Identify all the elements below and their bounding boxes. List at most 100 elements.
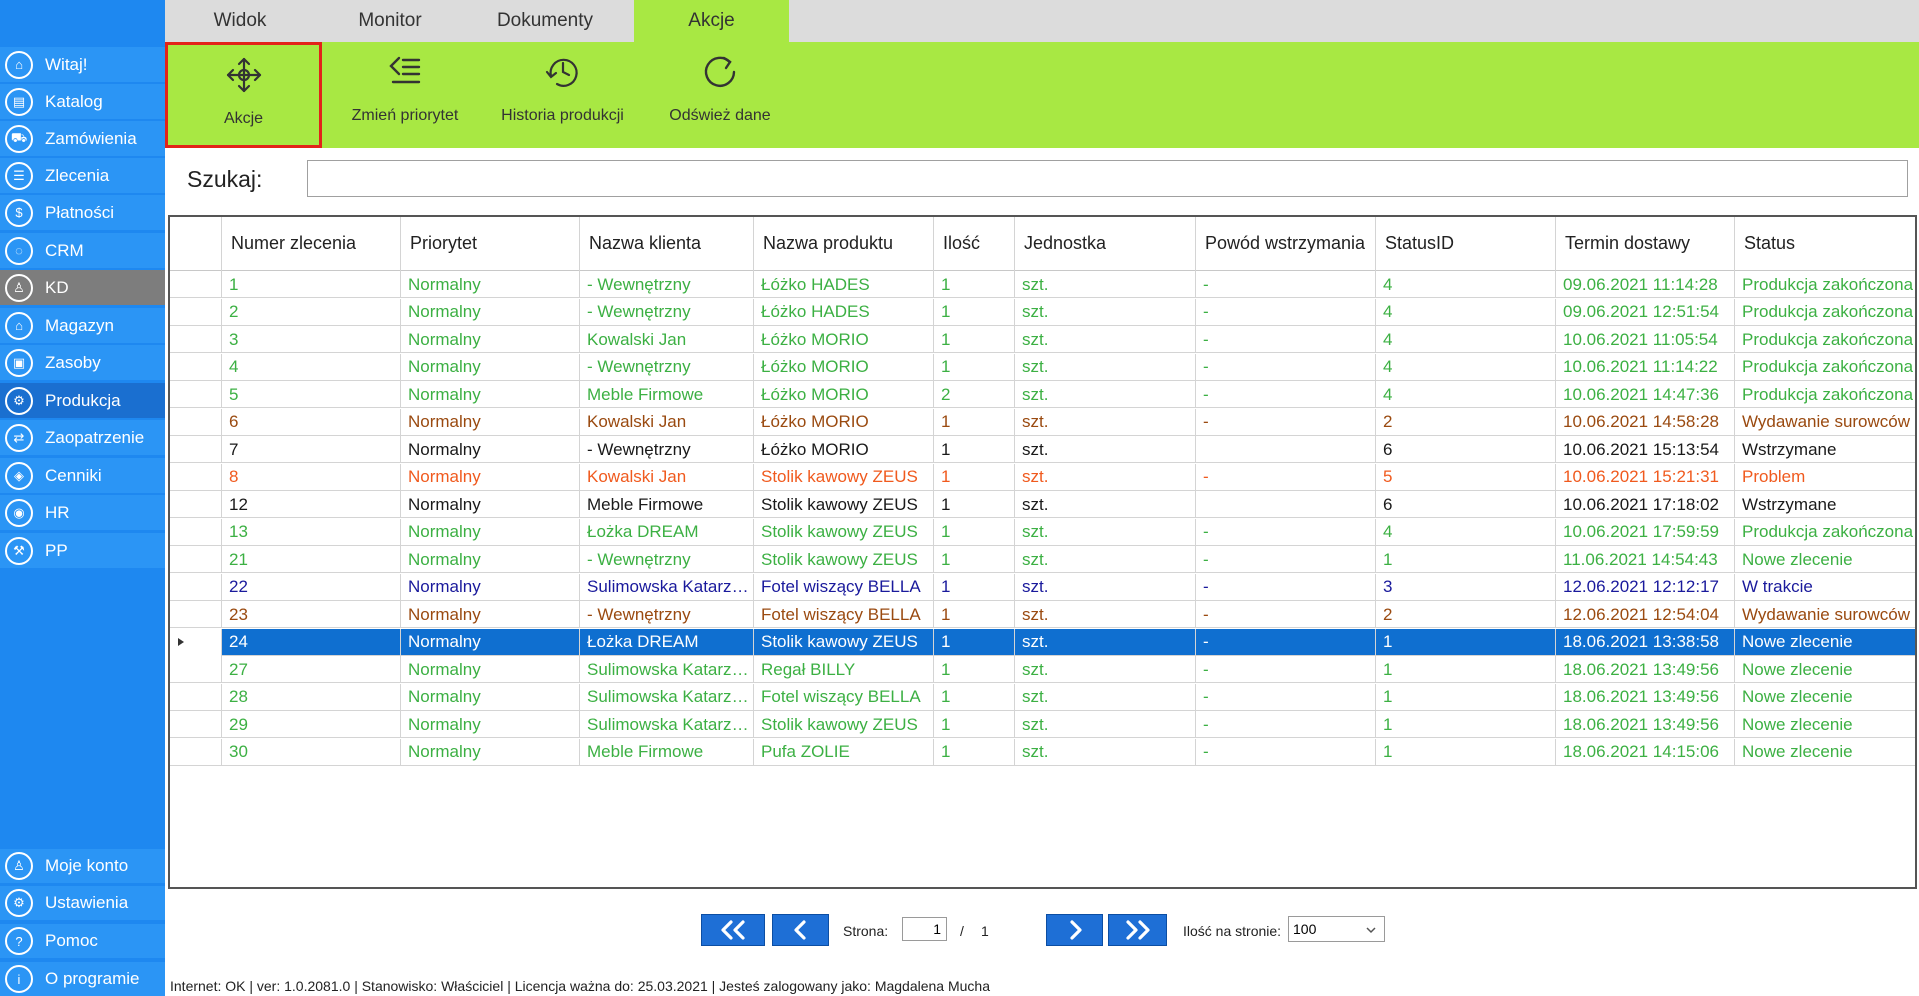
row-header-cell[interactable] <box>170 271 222 298</box>
row-header-cell[interactable] <box>170 573 222 601</box>
column-header[interactable]: Termin dostawy <box>1556 217 1735 271</box>
table-cell-text: 2 <box>941 384 951 404</box>
refresh-data-button[interactable]: Odśwież dane <box>645 42 795 148</box>
sidebar-item-pp[interactable]: ⚒ PP <box>0 533 165 568</box>
first-page-button[interactable] <box>701 914 765 946</box>
row-header-cell[interactable] <box>170 298 222 326</box>
sidebar-item-kd[interactable]: ♙ KD <box>0 270 165 305</box>
row-header-cell[interactable] <box>170 656 222 683</box>
row-header-cell[interactable] <box>170 683 222 711</box>
table-cell-text: - <box>1203 659 1209 679</box>
table-cell: 7 <box>222 436 401 463</box>
table-cell-text: Produkcja zakończona <box>1742 384 1914 404</box>
table-row[interactable]: 30 Normalny Meble Firmowe Pufa ZOLIE 1 szt. -… <box>170 738 1915 766</box>
table-row[interactable]: 23 Normalny - Wewnętrzny Fotel wiszący BELL… <box>170 601 1915 628</box>
sidebar-item-katalog[interactable]: ▤ Katalog <box>0 84 165 119</box>
search-input[interactable] <box>307 160 1908 197</box>
column-header[interactable]: StatusID <box>1376 217 1556 271</box>
sidebar-item-label: Zamówienia <box>45 128 137 148</box>
table-row[interactable]: 27 Normalny Sulimowska Katarzyna Regał BILL… <box>170 656 1915 683</box>
prev-page-button[interactable] <box>772 914 829 946</box>
table-row[interactable]: 29 Normalny Sulimowska Katarzyna Stolik kaw… <box>170 711 1915 738</box>
sidebar-item-zaopatrzenie[interactable]: ⇄ Zaopatrzenie <box>0 420 165 455</box>
row-header-cell[interactable] <box>170 326 222 353</box>
table-cell: Sulimowska Katarzyna <box>580 573 754 601</box>
row-header-cell[interactable] <box>170 436 222 463</box>
row-header-cell[interactable] <box>170 518 222 546</box>
sidebar-item-produkcja[interactable]: ⚙ Produkcja <box>0 383 165 418</box>
tab-akcje[interactable]: Akcje <box>634 0 789 42</box>
next-page-button[interactable] <box>1046 914 1103 946</box>
table-row[interactable]: 5 Normalny Meble Firmowe Łóżko MORIO 2 szt. -… <box>170 381 1915 408</box>
sidebar-bottom-item-0[interactable]: ♙ Moje konto <box>0 849 165 883</box>
tab-bar: Widok Monitor Dokumenty Akcje <box>165 0 1919 42</box>
table-cell-text: szt. <box>1022 632 1049 651</box>
table-row[interactable]: 1 Normalny - Wewnętrzny Łóżko HADES 1 szt. - 4 0… <box>170 271 1915 298</box>
akcje-button[interactable]: Akcje <box>165 42 322 148</box>
sidebar-item-cenniki[interactable]: ◈ Cenniki <box>0 458 165 493</box>
sidebar-item-hr[interactable]: ◉ HR <box>0 495 165 530</box>
column-header[interactable]: Status <box>1735 217 1915 271</box>
table-cell-text: 1 <box>941 659 951 679</box>
sidebar-item-zasoby[interactable]: ▣ Zasoby <box>0 345 165 380</box>
sidebar-item-magazyn[interactable]: ⌂ Magazyn <box>0 308 165 343</box>
table-row[interactable]: 24 Normalny Łożka DREAM Stolik kawowy ZEUS… <box>170 628 1915 656</box>
column-header[interactable]: Nazwa produktu <box>754 217 934 271</box>
table-row[interactable]: 6 Normalny Kowalski Jan Łóżko MORIO 1 szt. - 2 1… <box>170 408 1915 436</box>
column-header[interactable]: Nazwa klienta <box>580 217 754 271</box>
table-cell-text: szt. <box>1022 659 1049 679</box>
table-cell-text: Problem <box>1742 467 1806 486</box>
per-page-select[interactable]: 100 <box>1288 916 1385 942</box>
table-cell-text: Nowe zlecenie <box>1742 742 1853 761</box>
table-row[interactable]: 2 Normalny - Wewnętrzny Łóżko HADES 1 szt. - 4 0… <box>170 298 1915 326</box>
sidebar-bottom-item-3[interactable]: i O programie <box>0 962 165 996</box>
table-row[interactable]: 28 Normalny Sulimowska Katarzyna Fotel wisz… <box>170 683 1915 711</box>
row-header-cell[interactable] <box>170 353 222 381</box>
table-cell: Nowe zlecenie <box>1735 656 1915 683</box>
row-header-cell[interactable] <box>170 711 222 738</box>
table-cell-text: 4 <box>1383 329 1393 349</box>
table-row[interactable]: 4 Normalny - Wewnętrzny Łóżko MORIO 1 szt. - 4 1… <box>170 353 1915 381</box>
table-cell-text: - Wewnętrzny <box>587 357 691 376</box>
sidebar-item-witaj[interactable]: ⌂ Witaj! <box>0 47 165 82</box>
table-cell-text: 3 <box>1383 577 1393 596</box>
row-header-cell[interactable] <box>170 463 222 491</box>
table-cell-text: - Wewnętrzny <box>587 549 691 569</box>
sidebar-item-zamówienia[interactable]: ⛟ Zamówienia <box>0 121 165 156</box>
row-header-cell[interactable] <box>170 628 222 656</box>
tab-monitor[interactable]: Monitor <box>315 0 465 42</box>
row-header-cell[interactable] <box>170 546 222 573</box>
column-header[interactable]: Powód wstrzymania <box>1196 217 1376 271</box>
column-header[interactable]: Ilość <box>934 217 1015 271</box>
tab-dokumenty[interactable]: Dokumenty <box>465 0 625 42</box>
table-row[interactable]: 3 Normalny Kowalski Jan Łóżko MORIO 1 szt. - 4 1… <box>170 326 1915 353</box>
table-cell-text: 1 <box>941 412 951 431</box>
row-header-cell[interactable] <box>170 491 222 518</box>
change-priority-button[interactable]: Zmień priorytet <box>330 42 480 148</box>
table-cell: 1 <box>1376 628 1556 656</box>
table-row[interactable]: 22 Normalny Sulimowska Katarzyna Fotel wisz… <box>170 573 1915 601</box>
table-row[interactable]: 21 Normalny - Wewnętrzny Stolik kawowy ZEUS… <box>170 546 1915 573</box>
table-row[interactable]: 7 Normalny - Wewnętrzny Łóżko MORIO 1 szt. 6 10… <box>170 436 1915 463</box>
sidebar-item-crm[interactable]: ◌ CRM <box>0 233 165 268</box>
row-header-cell[interactable] <box>170 738 222 766</box>
sidebar-item-zlecenia[interactable]: ☰ Zlecenia <box>0 158 165 193</box>
table-cell: 10.06.2021 15:21:31 <box>1556 463 1735 491</box>
table-cell-text: Sulimowska Katarzyna <box>587 714 753 734</box>
row-header-cell[interactable] <box>170 601 222 628</box>
table-cell: Łożka DREAM <box>580 518 754 546</box>
production-history-button[interactable]: Historia produkcji <box>480 42 645 148</box>
sidebar-item-płatności[interactable]: $ Płatności <box>0 195 165 230</box>
row-header-cell[interactable] <box>170 381 222 408</box>
table-row[interactable]: 12 Normalny Meble Firmowe Stolik kawowy ZE… <box>170 491 1915 518</box>
tab-widok[interactable]: Widok <box>165 0 315 42</box>
column-header[interactable]: Jednostka <box>1015 217 1196 271</box>
page-number-input[interactable] <box>902 917 947 941</box>
table-row[interactable]: 8 Normalny Kowalski Jan Stolik kawowy ZEUS 1… <box>170 463 1915 491</box>
last-page-button[interactable] <box>1108 914 1167 946</box>
row-header-cell[interactable] <box>170 408 222 436</box>
table-cell: Wydawanie surowców <box>1735 601 1915 628</box>
column-header[interactable]: Numer zlecenia <box>222 217 401 271</box>
table-row[interactable]: 13 Normalny Łożka DREAM Stolik kawowy ZEUS… <box>170 518 1915 546</box>
column-header[interactable]: Priorytet <box>401 217 580 271</box>
